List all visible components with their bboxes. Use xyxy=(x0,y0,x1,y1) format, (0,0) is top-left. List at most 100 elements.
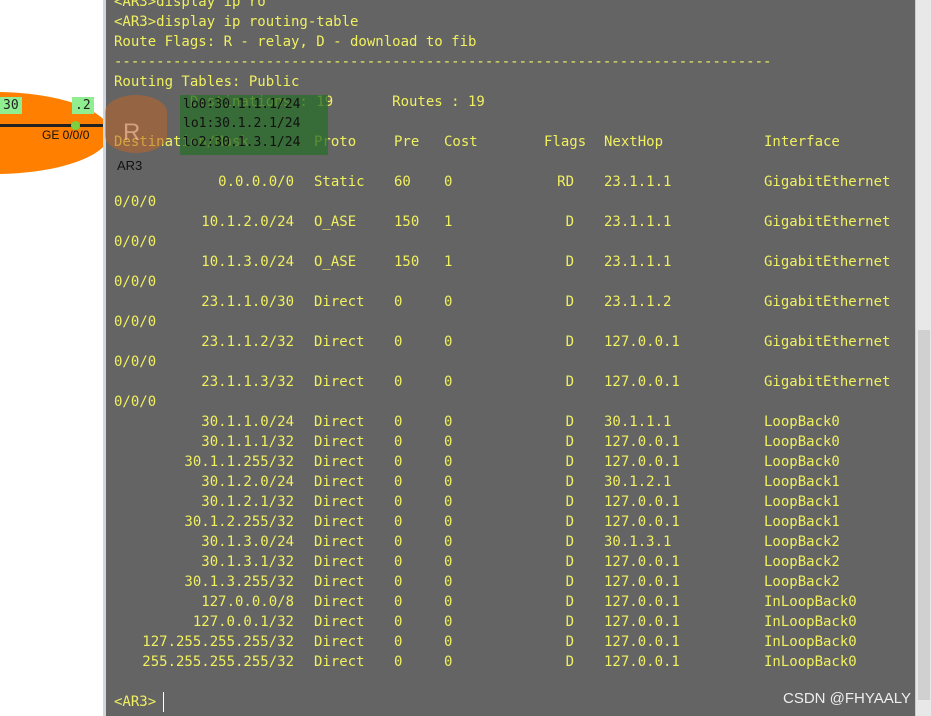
route-proto: Direct xyxy=(314,434,365,450)
route-pre: 150 xyxy=(394,214,420,230)
route-interface-wrap: 0/0/0 xyxy=(114,274,157,290)
route-pre: 0 xyxy=(394,654,403,670)
terminal-line: ----------------------------------------… xyxy=(114,54,772,70)
route-interface: GigabitEthernet xyxy=(764,174,891,190)
route-destination: 255.255.255.255/32 xyxy=(142,654,294,670)
route-pre: 150 xyxy=(394,254,420,270)
route-nexthop: 127.0.0.1 xyxy=(604,374,680,390)
route-nexthop: 127.0.0.1 xyxy=(604,574,680,590)
route-nexthop: 127.0.0.1 xyxy=(604,514,680,530)
route-destination: 30.1.3.1/32 xyxy=(201,554,294,570)
route-interface: LoopBack2 xyxy=(764,574,840,590)
route-cost: 0 xyxy=(444,594,453,610)
route-destination: 30.1.3.0/24 xyxy=(201,534,294,550)
route-flags: RD xyxy=(557,174,574,190)
route-cost: 0 xyxy=(444,494,453,510)
route-destination: 23.1.1.3/32 xyxy=(201,374,294,390)
route-interface: InLoopBack0 xyxy=(764,654,857,670)
route-destination: 23.1.1.0/30 xyxy=(201,294,294,310)
route-cost: 0 xyxy=(444,174,453,190)
terminal-line: Route Flags: R - relay, D - download to … xyxy=(114,34,477,50)
route-pre: 0 xyxy=(394,474,403,490)
route-proto: Direct xyxy=(314,634,365,650)
route-proto: Direct xyxy=(314,514,365,530)
route-destination: 127.0.0.1/32 xyxy=(192,614,294,630)
route-interface-wrap: 0/0/0 xyxy=(114,314,157,330)
route-interface: InLoopBack0 xyxy=(764,594,857,610)
route-nexthop: 30.1.1.1 xyxy=(604,414,672,430)
route-flags: D xyxy=(565,514,574,530)
route-interface: LoopBack1 xyxy=(764,514,840,530)
route-proto: Direct xyxy=(314,294,365,310)
route-pre: 0 xyxy=(394,574,403,590)
route-cost: 0 xyxy=(444,514,453,530)
loopback-tooltip: lo0:30.1.1.1/24 lo1:30.1.2.1/24 lo2:30.1… xyxy=(180,95,328,155)
route-nexthop: 127.0.0.1 xyxy=(604,434,680,450)
route-interface: InLoopBack0 xyxy=(764,634,857,650)
scrollbar-thumb[interactable] xyxy=(918,330,930,700)
route-interface: LoopBack2 xyxy=(764,534,840,550)
route-interface: LoopBack2 xyxy=(764,554,840,570)
route-flags: D xyxy=(565,254,574,270)
route-destination: 0.0.0.0/0 xyxy=(218,174,294,190)
route-flags: D xyxy=(565,494,574,510)
route-flags: D xyxy=(565,474,574,490)
route-cost: 0 xyxy=(444,294,453,310)
route-pre: 60 xyxy=(394,174,411,190)
interface-label: GE 0/0/0 xyxy=(42,128,90,142)
route-nexthop: 23.1.1.1 xyxy=(604,214,672,230)
route-cost: 0 xyxy=(444,454,453,470)
route-destination: 30.1.2.0/24 xyxy=(201,474,294,490)
link-line[interactable] xyxy=(0,124,103,127)
route-cost: 0 xyxy=(444,574,453,590)
route-nexthop: 127.0.0.1 xyxy=(604,334,680,350)
column-header: NextHop xyxy=(604,134,664,150)
router-icon[interactable]: R xyxy=(105,95,167,153)
route-interface: GigabitEthernet xyxy=(764,254,891,270)
route-proto: Direct xyxy=(314,534,365,550)
route-pre: 0 xyxy=(394,494,403,510)
route-flags: D xyxy=(565,574,574,590)
loopback-1: lo1:30.1.2.1/24 xyxy=(183,116,301,131)
route-pre: 0 xyxy=(394,334,403,350)
column-header: Pre xyxy=(394,134,420,150)
route-proto: Direct xyxy=(314,334,365,350)
terminal-line: <AR3>display ip ro xyxy=(114,0,266,10)
route-pre: 0 xyxy=(394,634,403,650)
route-proto: Direct xyxy=(314,414,365,430)
route-pre: 0 xyxy=(394,454,403,470)
terminal-line: <AR3>display ip routing-table xyxy=(114,14,359,30)
route-destination: 23.1.1.2/32 xyxy=(201,334,294,350)
route-proto: Direct xyxy=(314,554,365,570)
route-nexthop: 127.0.0.1 xyxy=(604,594,680,610)
route-flags: D xyxy=(565,294,574,310)
route-flags: D xyxy=(565,534,574,550)
route-destination: 30.1.2.255/32 xyxy=(184,514,294,530)
topology-canvas[interactable]: 30 .2 GE 0/0/0 xyxy=(0,0,103,716)
route-proto: O_ASE xyxy=(314,254,357,270)
route-cost: 0 xyxy=(444,414,453,430)
route-destination: 30.1.2.1/32 xyxy=(201,494,294,510)
route-nexthop: 127.0.0.1 xyxy=(604,494,680,510)
route-pre: 0 xyxy=(394,514,403,530)
route-pre: 0 xyxy=(394,414,403,430)
route-cost: 0 xyxy=(444,434,453,450)
loopback-0: lo0:30.1.1.1/24 xyxy=(183,97,301,112)
route-nexthop: 127.0.0.1 xyxy=(604,634,680,650)
route-proto: Direct xyxy=(314,594,365,610)
scrollbar[interactable] xyxy=(915,0,931,716)
route-destination: 127.255.255.255/32 xyxy=(142,634,294,650)
route-flags: D xyxy=(565,614,574,630)
route-proto: Direct xyxy=(314,654,365,670)
route-flags: D xyxy=(565,214,574,230)
column-header: Interface xyxy=(764,134,840,150)
route-cost: 0 xyxy=(444,554,453,570)
route-proto: Direct xyxy=(314,474,365,490)
route-cost: 0 xyxy=(444,334,453,350)
route-flags: D xyxy=(565,594,574,610)
route-nexthop: 23.1.1.1 xyxy=(604,174,672,190)
route-destination: 30.1.1.0/24 xyxy=(201,414,294,430)
route-pre: 0 xyxy=(394,614,403,630)
text-cursor xyxy=(163,692,164,712)
route-interface: GigabitEthernet xyxy=(764,374,891,390)
